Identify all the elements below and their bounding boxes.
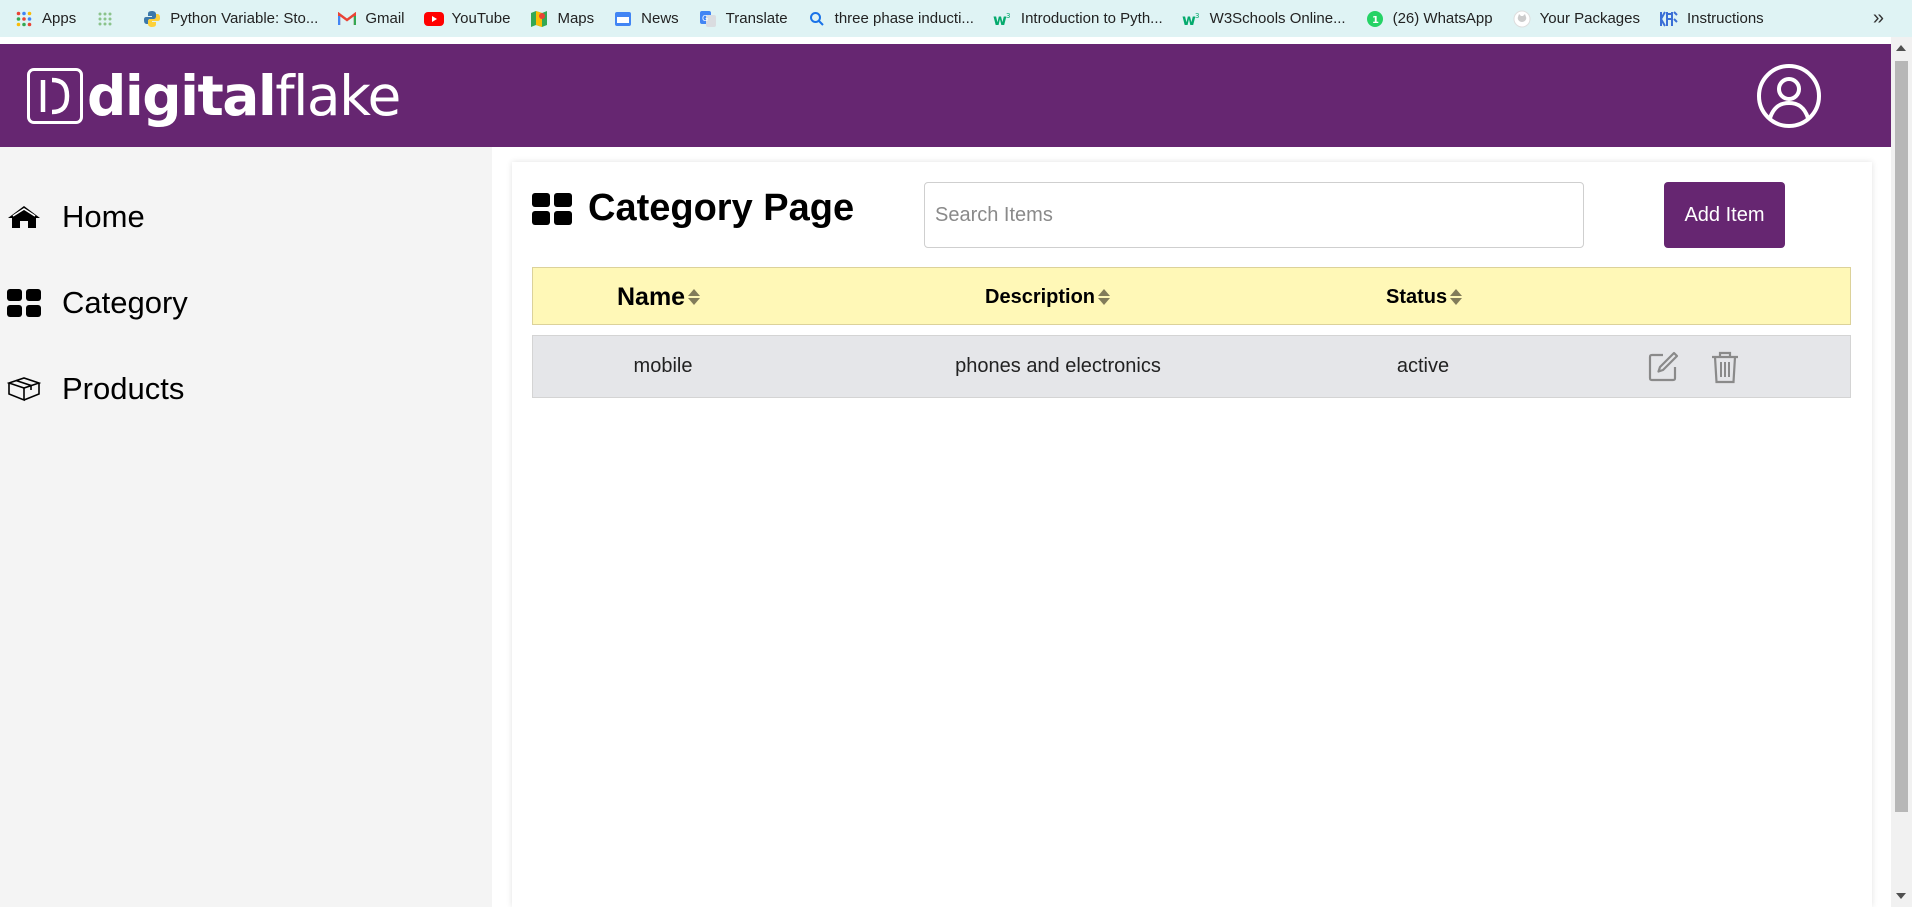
app-header: digitalflake <box>0 44 1891 147</box>
user-avatar-icon <box>1757 64 1821 128</box>
svg-text:1: 1 <box>1372 15 1379 26</box>
python-icon <box>142 9 162 29</box>
bookmark-w3schools[interactable]: w 3 W3Schools Online... <box>1174 0 1357 37</box>
bookmark-label: three phase inducti... <box>834 10 974 27</box>
bookmark-intro-python[interactable]: w 3 Introduction to Pyth... <box>985 0 1174 37</box>
maps-icon <box>529 9 549 29</box>
logo-text: digitalflake <box>87 64 401 128</box>
edit-button[interactable] <box>1645 349 1681 385</box>
bookmark-apps[interactable]: Apps <box>6 0 87 37</box>
sidebar: Home Category Products <box>0 147 492 907</box>
logo[interactable]: digitalflake <box>27 64 401 128</box>
sidebar-item-home[interactable]: Home <box>0 192 400 242</box>
bookmark-translate[interactable]: G Translate <box>690 0 799 37</box>
column-header-description[interactable]: Description <box>985 268 1111 326</box>
search-icon <box>807 9 827 29</box>
add-item-button[interactable]: Add Item <box>1664 182 1785 248</box>
bookmark-label: W3Schools Online... <box>1209 10 1346 27</box>
logo-mark <box>27 68 83 124</box>
column-header-name[interactable]: Name <box>617 268 701 326</box>
svg-text:w: w <box>993 11 1007 27</box>
whatsapp-icon: 1 <box>1365 9 1385 29</box>
w3schools-icon: w 3 <box>1182 9 1202 29</box>
scroll-up-arrow[interactable] <box>1896 45 1906 51</box>
sort-icon[interactable] <box>1098 289 1111 305</box>
column-header-status[interactable]: Status <box>1386 268 1463 326</box>
scrollbar-thumb[interactable] <box>1895 61 1908 812</box>
instructions-icon <box>1659 9 1679 29</box>
bookmark-label: Introduction to Pyth... <box>1020 10 1163 27</box>
sort-icon[interactable] <box>688 289 701 305</box>
cell-description: phones and electronics <box>955 355 1161 377</box>
bookmark-news[interactable]: News <box>605 0 690 37</box>
bookmark-youtube[interactable]: YouTube <box>416 0 522 37</box>
svg-text:w: w <box>1182 11 1196 27</box>
main-content: Category Page Add Item Name Description … <box>512 162 1872 907</box>
cell-status: active <box>1396 355 1450 377</box>
cell-name: mobile <box>633 355 693 377</box>
sidebar-item-label: Category <box>62 285 188 320</box>
scroll-down-arrow[interactable] <box>1896 893 1906 899</box>
bookmark-your-packages[interactable]: Your Packages <box>1504 0 1651 37</box>
grid-icon <box>6 285 42 321</box>
bookmark-label: Python Variable: Sto... <box>170 10 319 27</box>
grid-icon <box>532 192 572 225</box>
youtube-icon <box>423 9 444 29</box>
bookmark-dots[interactable] <box>87 0 134 37</box>
svg-text:3: 3 <box>1006 12 1010 20</box>
svg-text:G: G <box>702 14 708 23</box>
bookmark-whatsapp[interactable]: 1 (26) WhatsApp <box>1357 0 1504 37</box>
translate-icon: G <box>698 9 718 29</box>
bookmark-instructions[interactable]: Instructions <box>1651 0 1775 37</box>
sidebar-item-label: Home <box>62 199 145 234</box>
bookmark-gmail[interactable]: Gmail <box>329 0 415 37</box>
bookmark-label: Gmail <box>365 10 405 27</box>
home-icon <box>6 199 42 235</box>
sidebar-item-category[interactable]: Category <box>0 278 400 328</box>
sidebar-item-label: Products <box>62 371 185 406</box>
table-row: mobile phones and electronics active <box>532 335 1851 398</box>
trash-icon <box>1712 351 1738 384</box>
bookmark-label: Apps <box>42 10 77 27</box>
bookmark-three-phase[interactable]: three phase inducti... <box>799 0 985 37</box>
bookmarks-more-button[interactable]: » <box>1873 0 1884 37</box>
page-scrollbar[interactable] <box>1891 37 1912 907</box>
sort-icon[interactable] <box>1450 289 1463 305</box>
edit-icon <box>1648 351 1679 382</box>
bookmark-label: YouTube <box>451 10 511 27</box>
table-header: Name Description Status <box>532 267 1851 325</box>
search-input[interactable] <box>924 182 1584 248</box>
bookmark-python-variable[interactable]: Python Variable: Sto... <box>134 0 329 37</box>
delete-button[interactable] <box>1707 349 1743 385</box>
svg-text:3: 3 <box>1195 12 1199 20</box>
gmail-icon <box>337 9 357 29</box>
bookmark-label: Maps <box>557 10 595 27</box>
sidebar-item-products[interactable]: Products <box>0 364 400 414</box>
dots-icon <box>95 9 115 29</box>
bookmarks-bar: Apps Python Variable: Sto... Gmail YouTu… <box>0 0 1912 37</box>
bookmark-label: Your Packages <box>1539 10 1640 27</box>
user-avatar-button[interactable] <box>1756 63 1822 129</box>
box-icon <box>6 371 42 407</box>
apps-grid-icon <box>14 9 34 29</box>
page-heading: Category Page <box>532 187 854 230</box>
bookmark-label: News <box>641 10 679 27</box>
bookmark-label: (26) WhatsApp <box>1392 10 1493 27</box>
news-icon <box>613 9 633 29</box>
w3schools-icon: w 3 <box>993 9 1013 29</box>
bookmark-maps[interactable]: Maps <box>521 0 605 37</box>
bookmark-label: Instructions <box>1686 10 1764 27</box>
bookmark-label: Translate <box>725 10 788 27</box>
page-title: Category Page <box>588 187 855 229</box>
github-icon <box>1512 9 1532 29</box>
